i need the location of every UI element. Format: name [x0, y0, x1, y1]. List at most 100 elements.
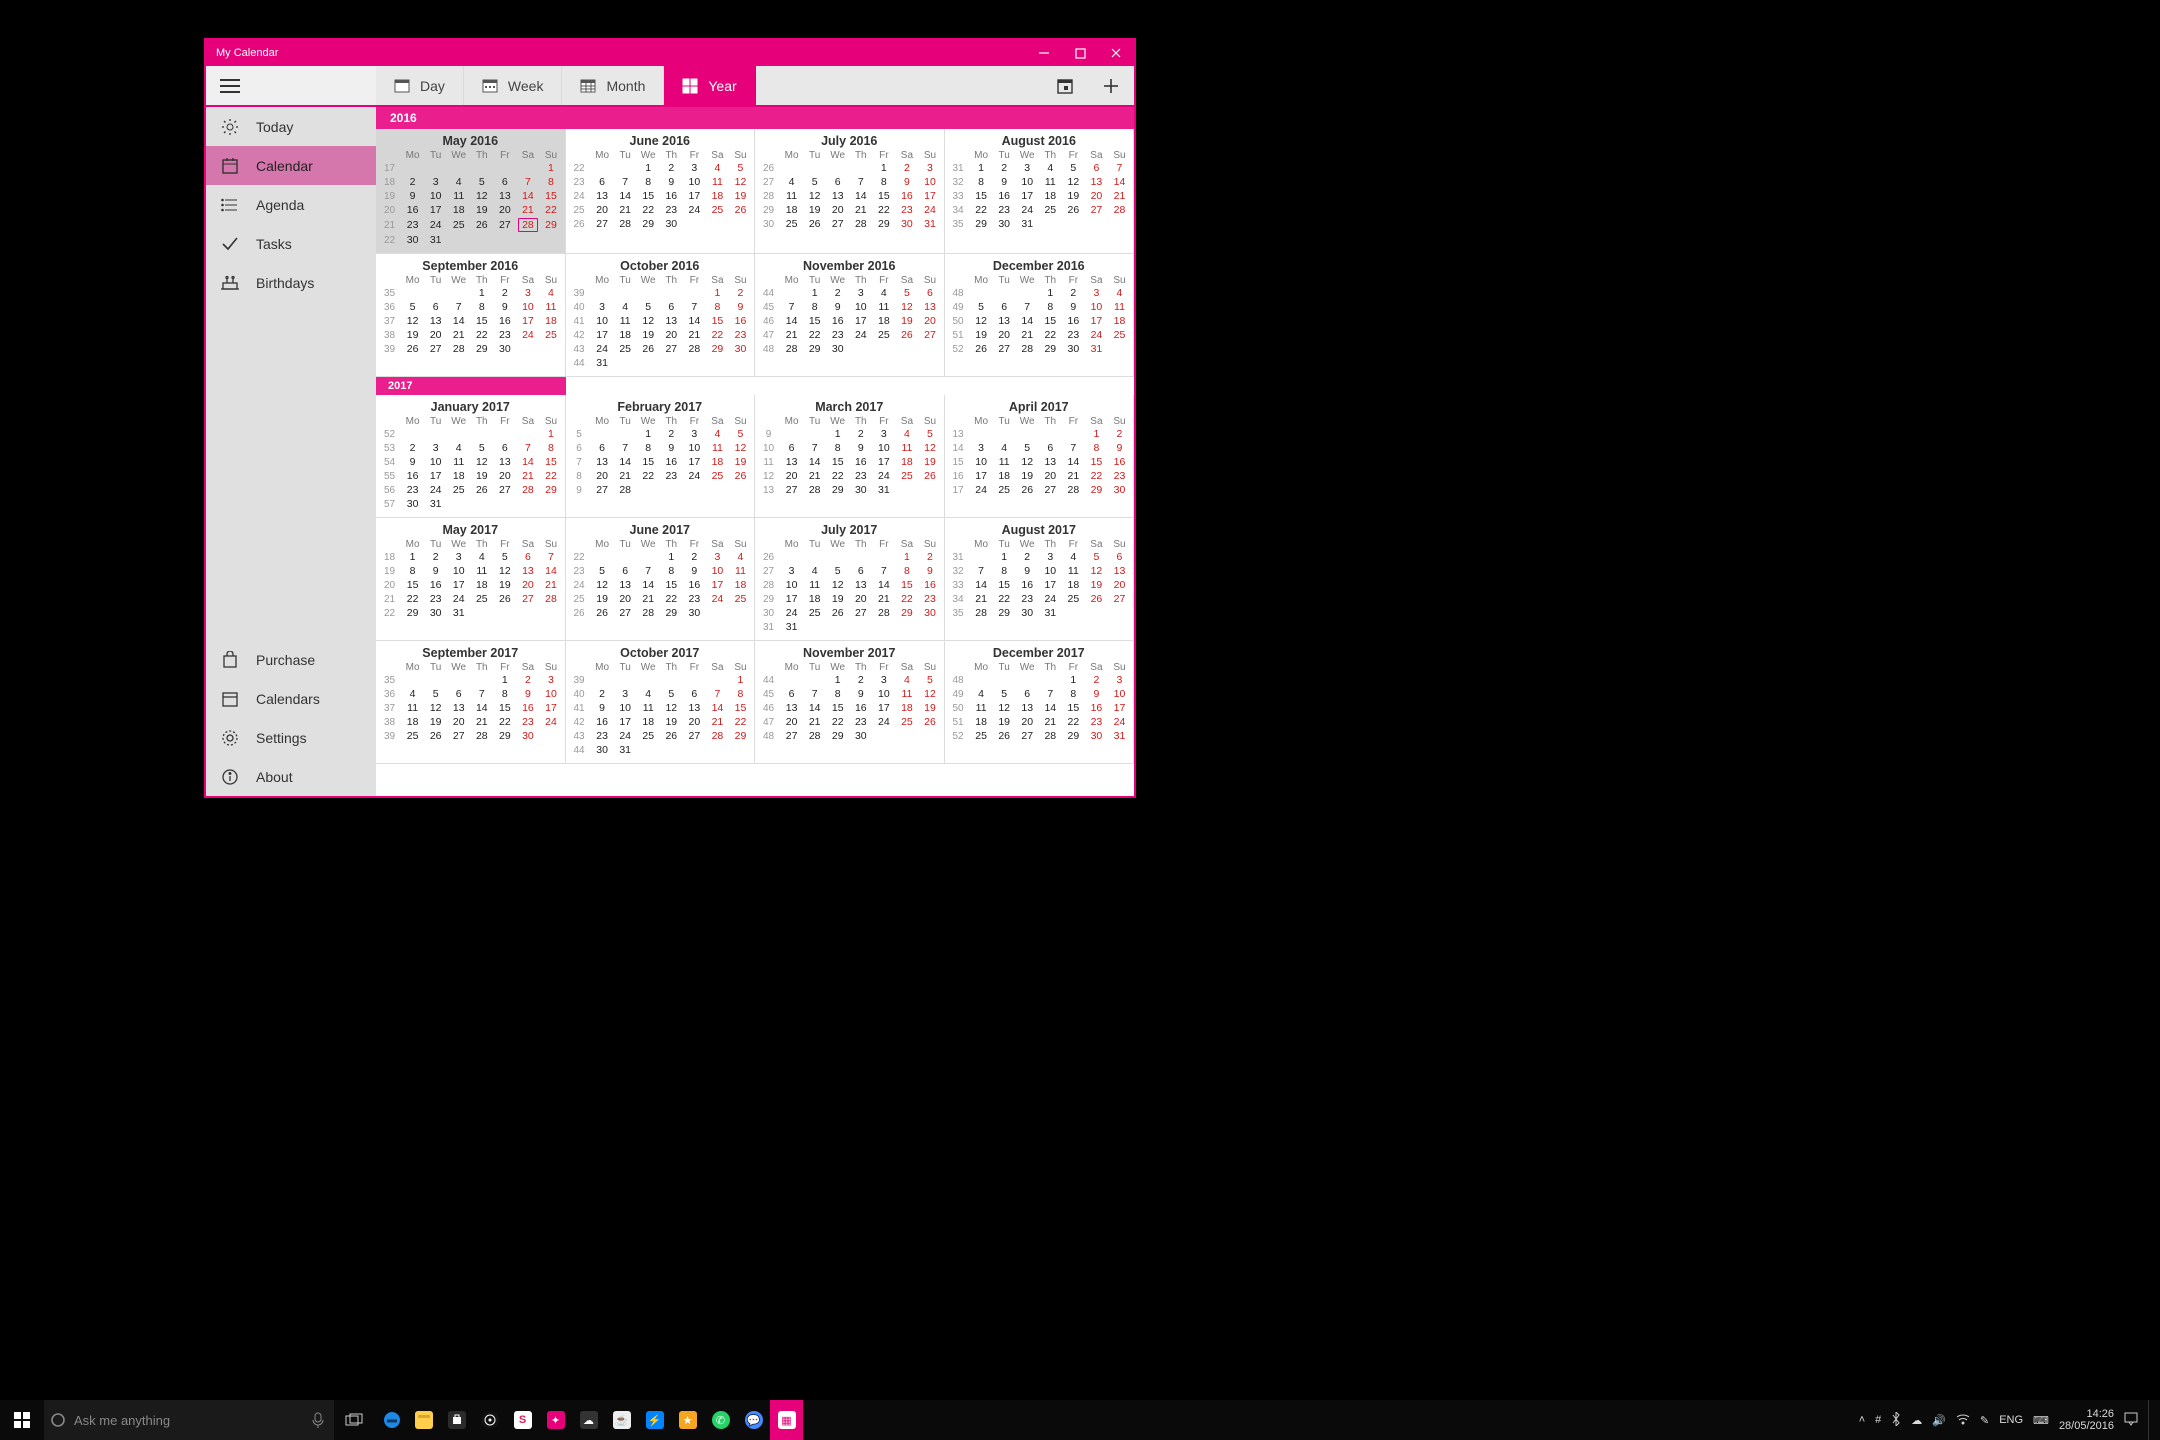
info-icon [220, 768, 240, 786]
taskbar-app-groove[interactable] [473, 1400, 506, 1440]
month-cell[interactable]: March 2017MoTuWeThFrSaSu9123451067891011… [755, 395, 945, 518]
month-title: September 2017 [378, 646, 563, 660]
start-button[interactable] [0, 1400, 44, 1440]
month-cell[interactable]: July 2016MoTuWeThFrSaSu26123274567891028… [755, 129, 945, 254]
sidebar-purchase-label: Purchase [256, 652, 315, 668]
cortana-icon [50, 1412, 66, 1428]
taskbar-app-messenger2[interactable]: 💬 [737, 1400, 770, 1440]
month-title: May 2017 [378, 523, 563, 537]
tray-onedrive-icon[interactable]: ☁ [1911, 1414, 1922, 1427]
month-cell[interactable]: September 2017MoTuWeThFrSaSu351233645678… [376, 641, 566, 764]
tray-notifications-icon[interactable] [2124, 1412, 2138, 1429]
year-icon [682, 78, 698, 94]
check-icon [220, 235, 240, 253]
taskbar-app-explorer[interactable] [407, 1400, 440, 1440]
day-icon [394, 78, 410, 94]
month-cell[interactable]: September 2016MoTuWeThFrSaSu351234365678… [376, 254, 566, 377]
month-cell[interactable]: August 2016MoTuWeThFrSaSu311234567328910… [945, 129, 1135, 254]
month-icon [580, 78, 596, 94]
app-window: My Calendar Day Week Month [204, 38, 1136, 798]
add-event-button[interactable] [1088, 66, 1134, 105]
sidebar-today-label: Today [256, 119, 293, 135]
year-sub-header: 2017 [376, 377, 566, 395]
month-title: June 2017 [568, 523, 753, 537]
tray-chevron-icon[interactable]: ˄ [1859, 1414, 1865, 1426]
taskbar-app-store[interactable] [440, 1400, 473, 1440]
month-cell[interactable]: May 2017MoTuWeThFrSaSu181234567198910111… [376, 518, 566, 641]
hamburger-button[interactable] [206, 66, 376, 105]
tab-day[interactable]: Day [376, 66, 464, 105]
month-cell[interactable]: October 2017MoTuWeThFrSaSu39140234567841… [566, 641, 756, 764]
system-tray: ˄ # ☁ 🔊 ✎ ENG ⌨ 14:26 28/05/2016 [1859, 1400, 2160, 1440]
tab-week[interactable]: Week [464, 66, 563, 105]
sidebar-item-tasks[interactable]: Tasks [206, 224, 376, 263]
mic-icon [312, 1412, 324, 1428]
tab-year[interactable]: Year [664, 66, 755, 105]
taskbar-app-mycalendar[interactable]: ▦ [770, 1400, 803, 1440]
tray-pen-icon[interactable]: ✎ [1980, 1414, 1989, 1427]
tray-clock[interactable]: 14:26 28/05/2016 [2059, 1408, 2114, 1432]
sidebar-item-agenda[interactable]: Agenda [206, 185, 376, 224]
close-button[interactable] [1098, 40, 1134, 66]
month-title: January 2017 [378, 400, 563, 414]
month-cell[interactable]: April 2017MoTuWeThFrSaSu1312143456789151… [945, 395, 1135, 518]
task-view-button[interactable] [334, 1400, 374, 1440]
taskbar-app-whatsapp[interactable]: ✆ [704, 1400, 737, 1440]
sidebar-item-today[interactable]: Today [206, 107, 376, 146]
month-title: September 2016 [378, 259, 563, 273]
tray-wifi-icon[interactable] [1956, 1413, 1970, 1428]
tray-language[interactable]: ENG [1999, 1414, 2023, 1426]
tab-month-label: Month [606, 78, 645, 94]
month-cell[interactable]: June 2016MoTuWeThFrSaSu22123452367891011… [566, 129, 756, 254]
pinned-apps: S ✦ ☁ ☕ ⚡ ★ ✆ 💬 ▦ [374, 1400, 803, 1440]
month-cell[interactable]: May 2016MoTuWeThFrSaSu171182345678199101… [376, 129, 566, 254]
month-title: March 2017 [757, 400, 942, 414]
month-title: July 2016 [757, 134, 942, 148]
month-title: November 2017 [757, 646, 942, 660]
taskbar-app-slack[interactable]: S [506, 1400, 539, 1440]
month-cell[interactable]: December 2016MoTuWeThFrSaSu4812344956789… [945, 254, 1135, 377]
calendar-scroll[interactable]: May 2016MoTuWeThFrSaSu171182345678199101… [376, 129, 1134, 796]
goto-today-button[interactable] [1042, 66, 1088, 105]
sidebar-item-calendar[interactable]: Calendar [206, 146, 376, 185]
tray-keyboard-icon[interactable]: ⌨ [2033, 1414, 2049, 1427]
show-desktop-button[interactable] [2148, 1400, 2154, 1440]
year-view: 2016 May 2016MoTuWeThFrSaSu1711823456781… [376, 107, 1134, 796]
titlebar[interactable]: My Calendar [206, 40, 1134, 66]
sidebar-item-settings[interactable]: Settings [206, 718, 376, 757]
taskbar-app-edge[interactable] [374, 1400, 407, 1440]
sidebar-item-calendars[interactable]: Calendars [206, 679, 376, 718]
month-title: October 2016 [568, 259, 753, 273]
sidebar-settings-label: Settings [256, 730, 307, 746]
taskbar-app-messenger[interactable]: ⚡ [638, 1400, 671, 1440]
sidebar-item-about[interactable]: About [206, 757, 376, 796]
month-cell[interactable]: October 2016MoTuWeThFrSaSu39124034567894… [566, 254, 756, 377]
week-icon [482, 78, 498, 94]
taskbar-app-generic3[interactable]: ★ [671, 1400, 704, 1440]
month-cell[interactable]: July 2017MoTuWeThFrSaSu26122734567892810… [755, 518, 945, 641]
taskbar-app-twitter[interactable]: ✦ [539, 1400, 572, 1440]
month-cell[interactable]: November 2016MoTuWeThFrSaSu4412345645789… [755, 254, 945, 377]
month-cell[interactable]: August 2017MoTuWeThFrSaSu311234563278910… [945, 518, 1135, 641]
minimize-button[interactable] [1026, 40, 1062, 66]
sidebar-agenda-label: Agenda [256, 197, 304, 213]
sidebar-item-purchase[interactable]: Purchase [206, 640, 376, 679]
month-cell[interactable]: December 2017MoTuWeThFrSaSu4812349456789… [945, 641, 1135, 764]
tray-bluetooth-icon[interactable] [1891, 1412, 1901, 1429]
sun-icon [220, 118, 240, 136]
month-title: July 2017 [757, 523, 942, 537]
sidebar-birthdays-label: Birthdays [256, 275, 314, 291]
tray-hash-icon[interactable]: # [1875, 1414, 1881, 1426]
tab-month[interactable]: Month [562, 66, 664, 105]
maximize-button[interactable] [1062, 40, 1098, 66]
taskbar-app-generic2[interactable]: ☕ [605, 1400, 638, 1440]
search-box[interactable]: Ask me anything [44, 1400, 334, 1440]
taskbar-app-generic1[interactable]: ☁ [572, 1400, 605, 1440]
month-cell[interactable]: February 2017MoTuWeThFrSaSu5123456678910… [566, 395, 756, 518]
tray-volume-icon[interactable]: 🔊 [1932, 1414, 1946, 1427]
month-cell[interactable]: June 2017MoTuWeThFrSaSu22123423567891011… [566, 518, 756, 641]
month-cell[interactable]: January 2017MoTuWeThFrSaSu52153234567854… [376, 395, 566, 518]
sidebar-about-label: About [256, 769, 293, 785]
sidebar-item-birthdays[interactable]: Birthdays [206, 263, 376, 302]
month-cell[interactable]: November 2017MoTuWeThFrSaSu4412345456789… [755, 641, 945, 764]
